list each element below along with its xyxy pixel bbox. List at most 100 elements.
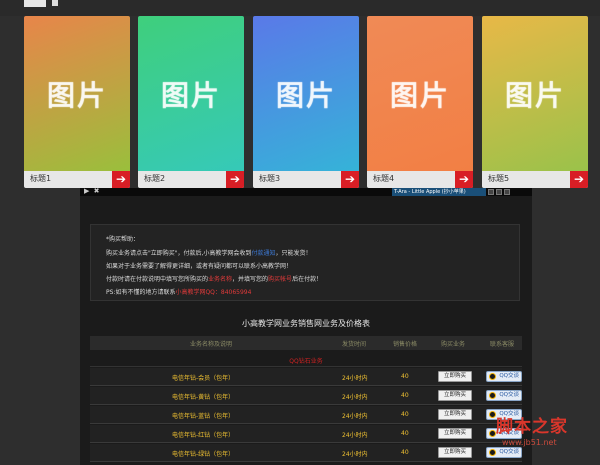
table-row: 电信年钻-会员（包年） 24小时内 40 立即购买 QQ交谈 — [90, 368, 522, 386]
help-text: PS:如有不懂的地方请联系 — [106, 289, 176, 296]
qq-penguin-icon — [489, 373, 496, 380]
arrow-right-icon[interactable]: ➔ — [226, 171, 244, 188]
qq-penguin-icon — [489, 392, 496, 399]
delivery-time: 24小时内 — [342, 432, 368, 439]
top-control-button[interactable] — [24, 0, 58, 7]
help-text: 小高教学网QQ：84065994 — [175, 289, 252, 296]
help-text[interactable]: 付款通知 — [251, 250, 275, 257]
arrow-right-icon[interactable]: ➔ — [341, 171, 359, 188]
section-heading: QQ钻石业务 — [90, 354, 522, 367]
help-line-3: 如果对于业务需要了解得更详细，或者有疑问都可以联系小高教学网！ — [106, 261, 292, 270]
card-title: 标题2 — [144, 174, 166, 183]
placeholder-text: 图片 — [46, 79, 107, 112]
image-placeholder: 图片 — [482, 16, 588, 171]
purchase-help-box: *购买帮助： 购买业务请点击"立即购买"，付款后,小高教学网会收到付款通知，只能发… — [90, 224, 520, 301]
placeholder-text: 图片 — [504, 79, 565, 112]
card-title: 标题5 — [488, 174, 510, 183]
service-price: 40 — [401, 373, 409, 380]
image-placeholder: 图片 — [253, 16, 359, 171]
service-price: 40 — [401, 392, 409, 399]
help-line-5: PS:如有不懂的地方请联系小高教学网QQ：84065994 — [106, 287, 251, 296]
card-caption-bar: 标题2 ➔ — [138, 171, 244, 188]
help-text: 购买帐号 — [268, 276, 293, 283]
qq-chat-label: QQ交谈 — [499, 392, 519, 398]
service-price: 40 — [401, 449, 409, 456]
image-card-3[interactable]: 图片标题3 ➔ — [253, 16, 359, 188]
player-control-icons[interactable]: ▶ ✖ — [84, 187, 100, 195]
header-buy: 购买业务 — [441, 341, 466, 348]
arrow-right-icon[interactable]: ➔ — [570, 171, 588, 188]
help-line-2: 购买业务请点击"立即购买"，付款后,小高教学网会收到付款通知，只能发货！ — [106, 248, 311, 257]
watermark-logo: 脚本之家 — [496, 417, 568, 437]
help-text: 购买业务请点击"立即购买"，付款后,小高教学网会收到 — [106, 250, 252, 257]
help-text: 后在付款！ — [292, 276, 323, 283]
image-placeholder: 图片 — [24, 16, 130, 171]
buy-now-button[interactable]: 立即购买 — [438, 428, 472, 439]
qq-chat-button[interactable]: QQ交谈 — [486, 371, 522, 382]
image-card-1[interactable]: 图片标题1 ➔ — [24, 16, 130, 188]
card-title: 标题3 — [259, 174, 281, 183]
delivery-time: 24小时内 — [342, 394, 368, 401]
delivery-time: 24小时内 — [342, 375, 368, 382]
qq-chat-label: QQ交谈 — [499, 373, 519, 379]
now-playing-track: T-Ara - Little Apple (抄小苹果) — [392, 188, 486, 196]
header-time: 发货时间 — [342, 341, 367, 348]
placeholder-text: 图片 — [389, 79, 450, 112]
service-price: 40 — [401, 411, 409, 418]
delivery-time: 24小时内 — [342, 451, 368, 458]
help-line-4: 付款时请在付款说明中填写您所购买的业务名称，并填写您的购买帐号后在付款！ — [106, 274, 322, 283]
help-text: *购买帮助： — [106, 236, 140, 243]
watermark-url: www.jb51.net — [502, 438, 557, 447]
player-prev-button[interactable] — [488, 189, 494, 195]
image-card-2[interactable]: 图片标题2 ➔ — [138, 16, 244, 188]
help-text: 业务名称 — [208, 276, 233, 283]
service-name: 电信年钻-会员（包年） — [172, 375, 235, 382]
buy-now-button[interactable]: 立即购买 — [438, 447, 472, 458]
table-row: 电信年钻-黄钻（包年） 24小时内 40 立即购买 QQ交谈 — [90, 387, 522, 405]
service-name: 电信年钻-红钻（包年） — [172, 432, 235, 439]
buy-now-button[interactable]: 立即购买 — [438, 409, 472, 420]
card-caption-bar: 标题1 ➔ — [24, 171, 130, 188]
delivery-time: 24小时内 — [342, 413, 368, 420]
header-name: 业务名称及说明 — [190, 341, 233, 348]
price-table-title: 小高教学网业务销售网业务及价格表 — [242, 319, 370, 328]
image-card-4[interactable]: 图片标题4 ➔ — [367, 16, 473, 188]
section-title: QQ钻石业务 — [289, 358, 323, 365]
buy-now-button[interactable]: 立即购买 — [438, 390, 472, 401]
table-row: 电信年钻-红钻（包年） 24小时内 40 立即购买 QQ交谈 — [90, 425, 522, 443]
table-row: 电信年钻-蓝钻（包年） 24小时内 40 立即购买 QQ交谈 — [90, 406, 522, 424]
help-text: ，并填写您的 — [232, 276, 269, 283]
buy-now-button[interactable]: 立即购买 — [438, 371, 472, 382]
card-caption-bar: 标题3 ➔ — [253, 171, 359, 188]
table-header: 业务名称及说明 发货时间 销售价格 购买业务 联系客服 — [90, 336, 522, 350]
image-card-5[interactable]: 图片标题5 ➔ — [482, 16, 588, 188]
card-caption-bar: 标题4 ➔ — [367, 171, 473, 188]
help-text: ，只能发货！ — [275, 250, 312, 257]
placeholder-text: 图片 — [275, 79, 336, 112]
help-text: 如果对于业务需要了解得更详细，或者有疑问都可以联系小高教学网！ — [106, 263, 293, 270]
header-price: 销售价格 — [393, 341, 418, 348]
arrow-right-icon[interactable]: ➔ — [455, 171, 473, 188]
help-line-1: *购买帮助： — [106, 234, 139, 243]
image-placeholder: 图片 — [138, 16, 244, 171]
player-menu-button[interactable] — [504, 189, 510, 195]
player-next-button[interactable] — [496, 189, 502, 195]
arrow-right-icon[interactable]: ➔ — [112, 171, 130, 188]
service-name: 电信年钻-蓝钻（包年） — [172, 413, 235, 420]
card-title: 标题1 — [30, 174, 52, 183]
qq-chat-button[interactable]: QQ交谈 — [486, 390, 522, 401]
music-player-bar: ▶ ✖ T-Ara - Little Apple (抄小苹果) — [80, 187, 532, 196]
main-content: *购买帮助： 购买业务请点击"立即购买"，付款后,小高教学网会收到付款通知，只能发… — [80, 196, 532, 465]
placeholder-text: 图片 — [160, 79, 221, 112]
service-name: 电信年钻-黄钻（包年） — [172, 394, 235, 401]
card-caption-bar: 标题5 ➔ — [482, 171, 588, 188]
header-contact: 联系客服 — [490, 341, 515, 348]
image-placeholder: 图片 — [367, 16, 473, 171]
top-bar — [0, 0, 600, 16]
service-price: 40 — [401, 430, 409, 437]
help-text: 付款时请在付款说明中填写您所购买的 — [106, 276, 209, 283]
image-card-gallery: 图片 标题1 ➔ 图片 标题2 ➔ 图片 标题3 ➔ 图片 标题4 ➔ 图片 标题5 ➔ — [0, 16, 600, 192]
table-row: 电信年钻-绿钻（包年） 24小时内 40 立即购买 QQ交谈 — [90, 444, 522, 462]
site-watermark: 脚本之家 www.jb51.net — [488, 412, 600, 465]
service-name: 电信年钻-绿钻（包年） — [172, 451, 235, 458]
